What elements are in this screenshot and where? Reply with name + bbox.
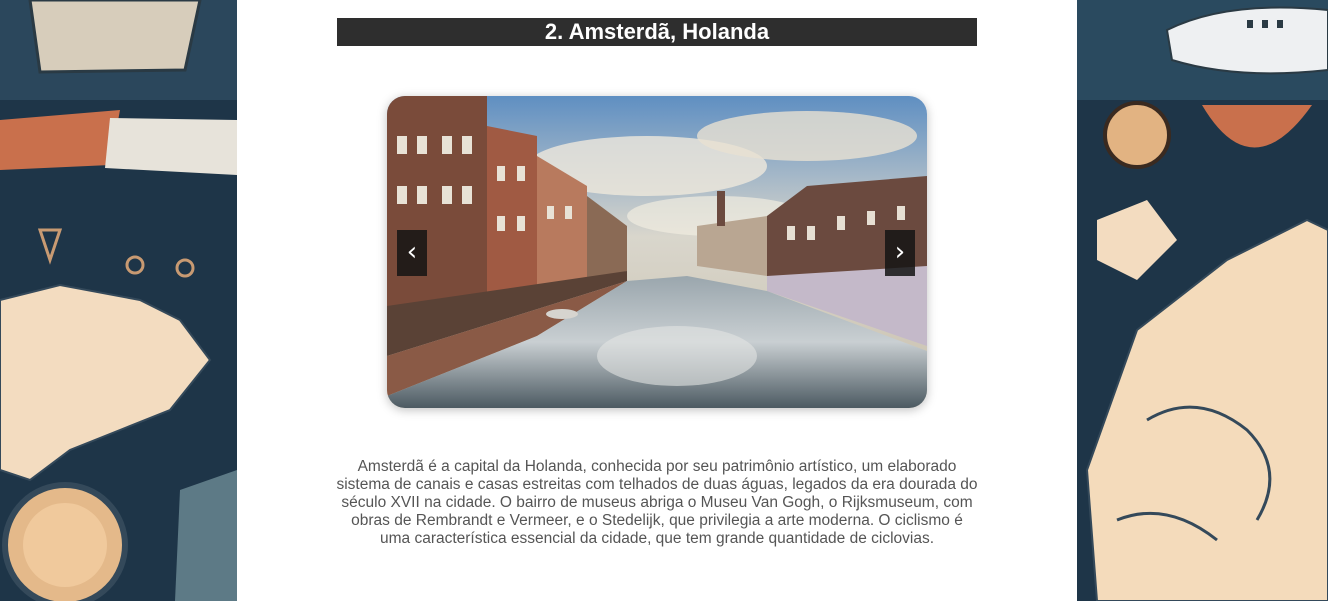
right-decorative-panel	[1077, 0, 1328, 601]
carousel-prev-button[interactable]: ‹	[397, 230, 427, 276]
section-description: Amsterdã é a capital da Holanda, conheci…	[336, 458, 978, 547]
left-decorative-panel	[0, 0, 237, 601]
image-carousel[interactable]: ‹ ›	[387, 96, 927, 408]
section-title: 2. Amsterdã, Holanda	[337, 18, 977, 46]
amsterdam-canal-photo	[387, 96, 927, 408]
travel-illustration-right	[1077, 0, 1328, 601]
carousel-next-button[interactable]: ›	[885, 230, 915, 276]
travel-illustration-left	[0, 0, 237, 601]
main-content: 2. Amsterdã, Holanda ‹ › Amsterdã é a ca…	[237, 0, 1077, 601]
